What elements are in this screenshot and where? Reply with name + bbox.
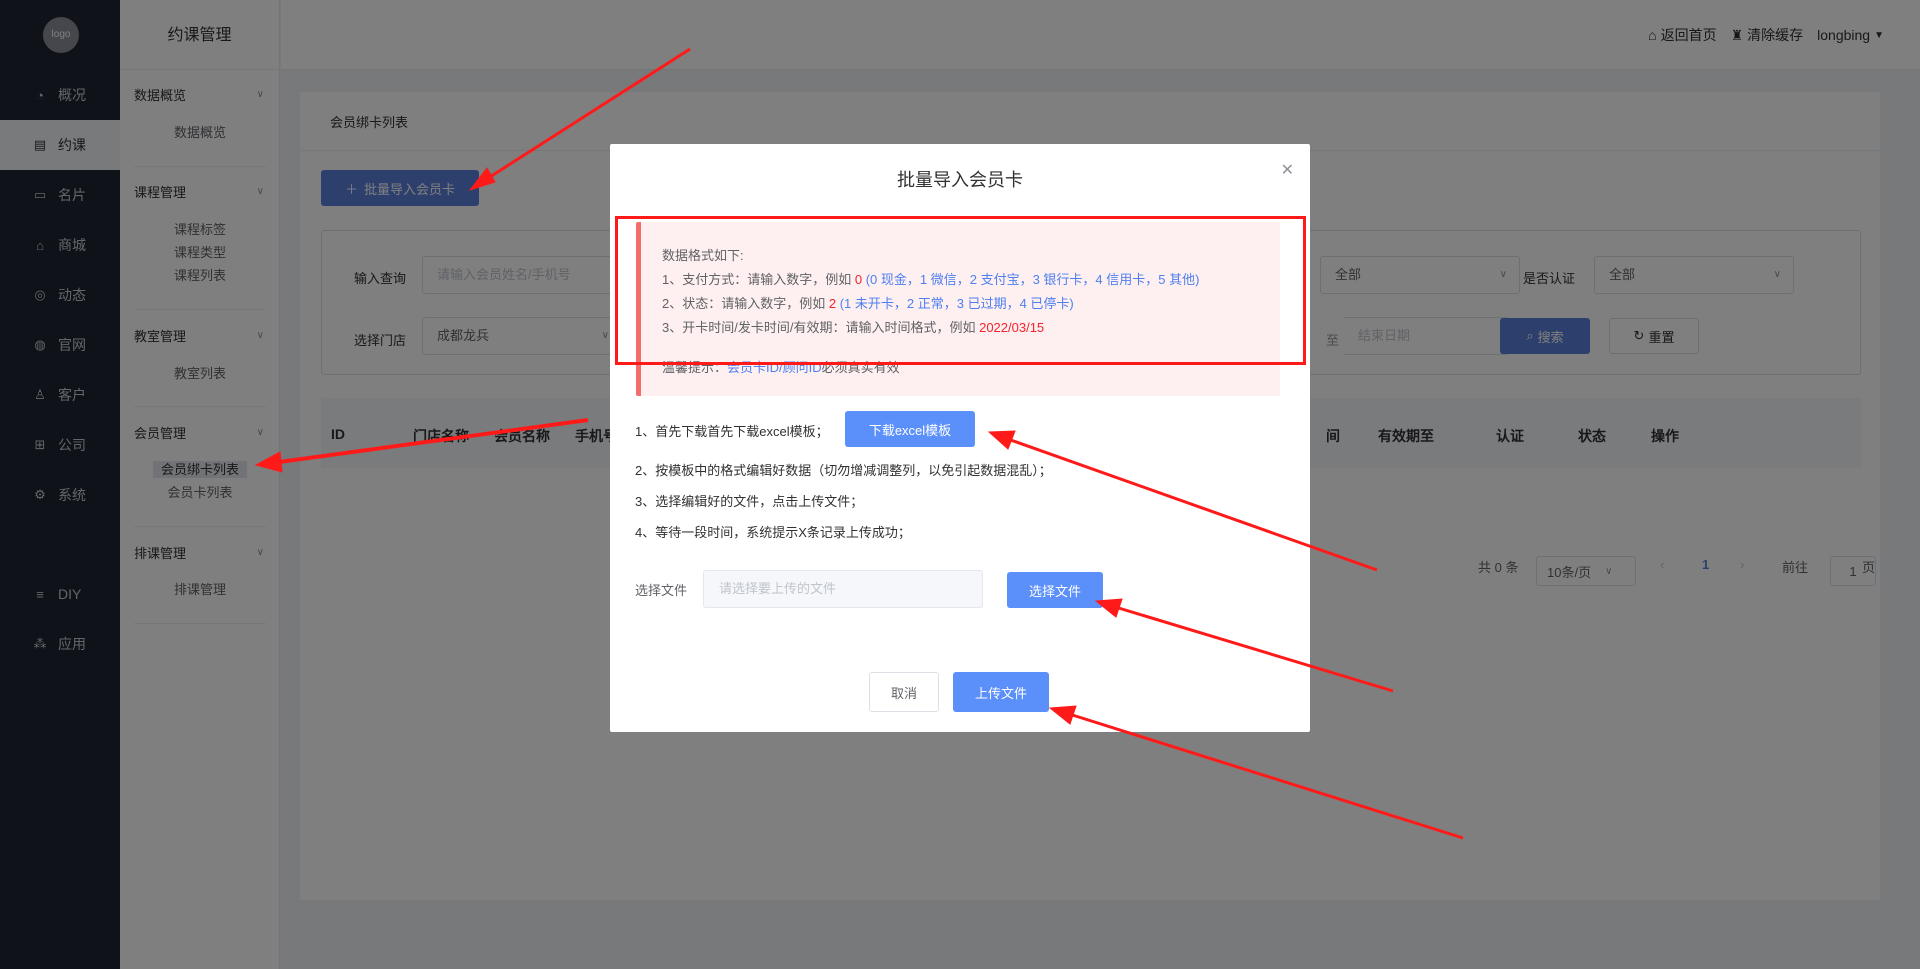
cancel-button[interactable]: 取消 — [869, 672, 939, 712]
close-icon[interactable]: ✕ — [1281, 160, 1294, 180]
upload-file-button[interactable]: 上传文件 — [953, 672, 1049, 712]
download-template-button[interactable]: 下载excel模板 — [845, 411, 975, 447]
file-path-input[interactable]: 请选择要上传的文件 — [703, 570, 983, 608]
choose-file-button[interactable]: 选择文件 — [1007, 572, 1103, 608]
dialog-title: 批量导入会员卡 — [897, 170, 1023, 190]
step-2: 2、按模板中的格式编辑好数据（切勿增减调整列，以免引起数据混乱）； — [635, 463, 1052, 478]
step-4: 4、等待一段时间，系统提示X条记录上传成功； — [635, 525, 911, 540]
file-label: 选择文件 — [635, 583, 688, 598]
step-3: 3、选择编辑好的文件，点击上传文件； — [635, 494, 864, 509]
step-1: 1、首先下载首先下载excel模板； — [635, 424, 829, 439]
annotation-highlight-box — [615, 216, 1306, 365]
